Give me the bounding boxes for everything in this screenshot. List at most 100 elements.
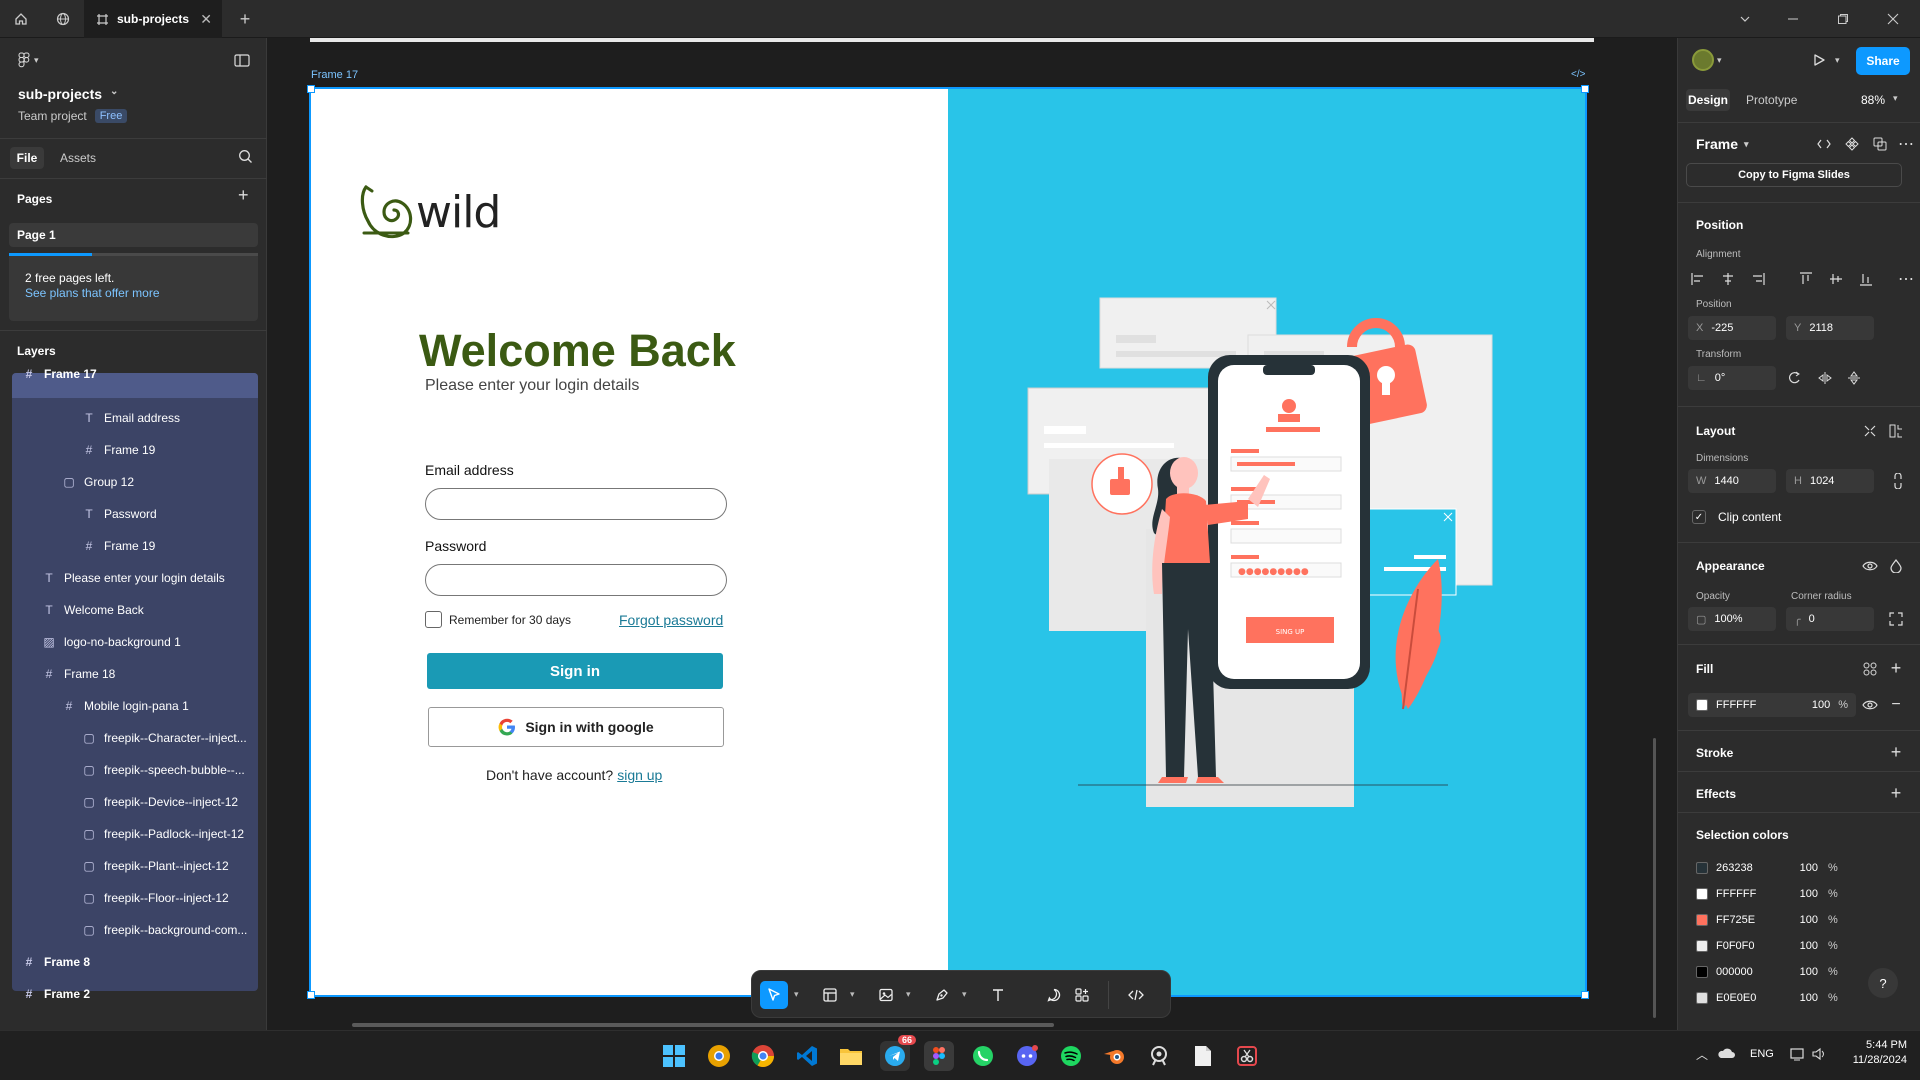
sidebar-toggle-icon[interactable]	[234, 54, 250, 67]
layer-item[interactable]: ▨ logo-no-background 1	[12, 626, 258, 658]
fill-swatch[interactable]	[1696, 699, 1708, 711]
selection-color-swatch[interactable]	[1696, 888, 1708, 900]
align-top-icon[interactable]	[1796, 269, 1816, 289]
move-tool-icon[interactable]	[760, 981, 788, 1009]
selection-color-swatch[interactable]	[1696, 914, 1708, 926]
project-name[interactable]: sub-projects ⌄	[18, 86, 118, 102]
layer-item[interactable]: ▢ freepik--Device--inject-12	[12, 786, 258, 818]
width-field[interactable]: W 1440	[1688, 469, 1776, 493]
height-field[interactable]: H 1024	[1786, 469, 1874, 493]
selection-color-row[interactable]: FF725E 100%	[1688, 908, 1838, 932]
selection-color-swatch[interactable]	[1696, 966, 1708, 978]
selection-color-row[interactable]: F0F0F0 100%	[1688, 934, 1838, 958]
resize-handle-top-right[interactable]	[1581, 85, 1589, 93]
sign-in-button[interactable]: Sign in	[427, 653, 723, 689]
frame-tool-icon[interactable]	[816, 981, 844, 1009]
layer-item[interactable]: T Welcome Back	[12, 594, 258, 626]
layer-item[interactable]: # Frame 2	[12, 978, 258, 1010]
tab-sub-projects[interactable]: sub-projects ✕	[84, 0, 222, 38]
x-position-field[interactable]: X -225	[1688, 316, 1776, 340]
windows-start-icon[interactable]	[659, 1041, 689, 1071]
remove-fill-icon[interactable]: −	[1886, 695, 1906, 715]
layer-item[interactable]: ▢ freepik--Floor--inject-12	[12, 882, 258, 914]
layer-item[interactable]: ▢ Group 12	[12, 466, 258, 498]
figma-taskbar-icon[interactable]	[924, 1041, 954, 1071]
add-stroke-icon[interactable]: +	[1886, 742, 1906, 762]
image-tool-icon[interactable]	[872, 981, 900, 1009]
layer-item[interactable]: T Password	[12, 498, 258, 530]
chevron-down-icon[interactable]: ▾	[906, 989, 911, 1000]
layer-item[interactable]: ▢ freepik--Plant--inject-12	[12, 850, 258, 882]
tray-chevron-up-icon[interactable]: ︿	[1696, 1046, 1708, 1063]
plus-icon[interactable]: +	[224, 0, 266, 38]
more-alignment-icon[interactable]: ⋯	[1896, 269, 1916, 289]
blend-mode-drop-icon[interactable]	[1886, 556, 1906, 576]
layer-item[interactable]: ▢ freepik--Padlock--inject-12	[12, 818, 258, 850]
clock[interactable]: 5:44 PM 11/28/2024	[1845, 1039, 1907, 1066]
layer-item[interactable]: ▢ freepik--background-com...	[12, 914, 258, 946]
layer-item[interactable]: T Email address	[12, 402, 258, 434]
comment-tool-icon[interactable]	[1040, 981, 1068, 1009]
layer-item[interactable]: ▢ freepik--Character--inject...	[12, 722, 258, 754]
remember-checkbox[interactable]	[425, 611, 442, 628]
selection-color-row[interactable]: 263238 100%	[1688, 856, 1838, 880]
forgot-password-link[interactable]: Forgot password	[619, 612, 723, 628]
add-page-icon[interactable]: +	[238, 185, 249, 206]
search-icon[interactable]	[238, 149, 253, 164]
layer-item[interactable]: # Frame 19	[12, 434, 258, 466]
present-play-icon[interactable]	[1812, 53, 1826, 67]
chevron-down-icon[interactable]: ▾	[794, 989, 799, 1000]
selection-color-swatch[interactable]	[1696, 940, 1708, 952]
auto-layout-icon[interactable]	[1860, 421, 1880, 441]
chevron-down-icon[interactable]: ▾	[1835, 55, 1840, 66]
vpn-app-icon[interactable]	[1144, 1041, 1174, 1071]
align-bottom-icon[interactable]	[1856, 269, 1876, 289]
selection-color-swatch[interactable]	[1696, 992, 1708, 1004]
layer-item[interactable]: # Frame 19	[12, 530, 258, 562]
flip-vertical-icon[interactable]	[1844, 368, 1864, 388]
boolean-icon[interactable]	[1870, 134, 1890, 154]
rotation-field[interactable]: ∟ 0°	[1688, 366, 1776, 390]
align-middle-v-icon[interactable]	[1826, 269, 1846, 289]
dev-mode-icon[interactable]	[1122, 981, 1150, 1009]
tab-design[interactable]: Design	[1686, 89, 1730, 111]
align-center-h-icon[interactable]	[1718, 269, 1738, 289]
corner-radius-field[interactable]: ╭ 0	[1786, 607, 1874, 631]
figma-menu-button[interactable]: ▾	[18, 52, 39, 68]
chrome-canary-icon[interactable]	[704, 1041, 734, 1071]
layer-item[interactable]: T Please enter your login details	[12, 562, 258, 594]
frame-label[interactable]: Frame 17	[311, 69, 358, 81]
clip-content-checkbox[interactable]: ✓	[1692, 510, 1706, 524]
spotify-icon[interactable]	[1056, 1041, 1086, 1071]
pen-tool-icon[interactable]	[928, 981, 956, 1009]
layer-item[interactable]: # Frame 18	[12, 658, 258, 690]
frame-17[interactable]: wild Welcome Back Please enter your logi…	[307, 85, 1589, 999]
close-icon[interactable]: ✕	[200, 11, 212, 28]
blender-icon[interactable]	[1100, 1041, 1130, 1071]
help-button[interactable]: ?	[1868, 968, 1898, 998]
share-button[interactable]: Share	[1856, 47, 1910, 75]
volume-icon[interactable]	[1812, 1047, 1828, 1061]
page-item-page-1[interactable]: Page 1	[9, 223, 258, 247]
email-input[interactable]	[425, 488, 727, 520]
discord-icon[interactable]	[1012, 1041, 1042, 1071]
see-plans-link[interactable]: See plans that offer more	[25, 286, 160, 300]
tab-file[interactable]: File	[10, 147, 44, 169]
document-app-icon[interactable]	[1188, 1041, 1218, 1071]
selection-color-row[interactable]: E0E0E0 100%	[1688, 986, 1838, 1010]
snipping-tool-icon[interactable]	[1232, 1041, 1262, 1071]
tab-assets[interactable]: Assets	[60, 151, 96, 165]
language-indicator[interactable]: ENG	[1750, 1048, 1774, 1060]
network-icon[interactable]	[1790, 1047, 1806, 1061]
component-icon[interactable]	[1842, 134, 1862, 154]
dev-mode-code-icon[interactable]: </>	[1571, 69, 1585, 80]
chevron-down-icon[interactable]: ▾	[850, 989, 855, 1000]
add-effect-icon[interactable]: +	[1886, 783, 1906, 803]
globe-icon[interactable]	[42, 0, 84, 38]
code-icon[interactable]	[1814, 134, 1834, 154]
frame-type-dropdown[interactable]: Frame ▾	[1696, 136, 1749, 152]
y-position-field[interactable]: Y 2118	[1786, 316, 1874, 340]
restore-icon[interactable]	[1822, 0, 1864, 38]
text-tool-icon[interactable]	[984, 981, 1012, 1009]
visibility-eye-icon[interactable]	[1860, 556, 1880, 576]
